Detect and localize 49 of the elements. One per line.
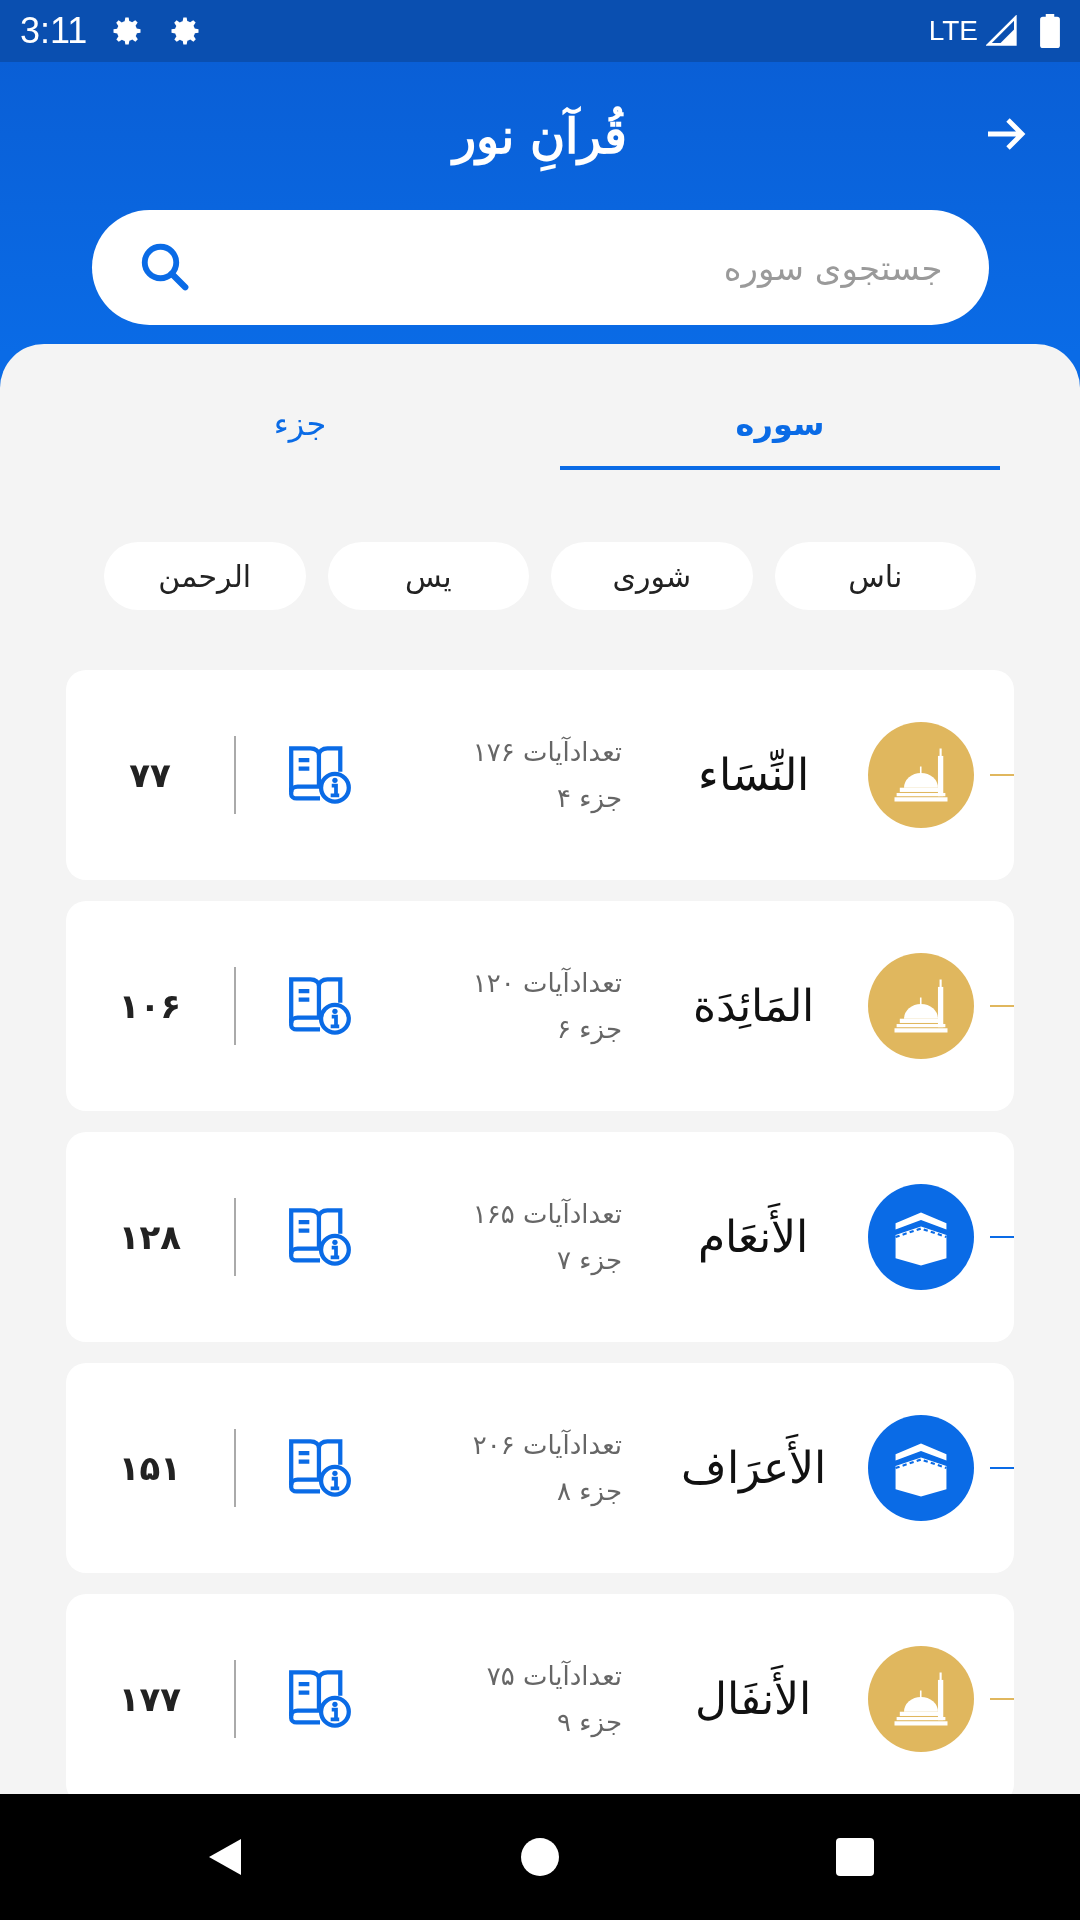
filter-chip[interactable]: الرحمن [104, 542, 306, 610]
book-info-icon[interactable] [288, 1207, 352, 1267]
tab[interactable]: سوره [560, 382, 1000, 470]
page-number: ۱۰۶ [117, 986, 183, 1026]
juz-label: جزء ۹ [556, 1707, 622, 1737]
surah-card[interactable]: الأَنفَال تعدادآیات ۷۵ جزء ۹ ۱۷۷ [66, 1594, 1014, 1794]
signal-icon [986, 15, 1018, 47]
surah-card[interactable]: الأَعرَاف تعدادآیات ۲۰۶ جزء ۸ ۱۵۱ [66, 1363, 1014, 1573]
page-number: ۱۲۸ [117, 1217, 183, 1257]
verse-count: تعدادآیات ۱۷۶ [471, 737, 622, 767]
juz-label: جزء ۷ [556, 1245, 622, 1275]
page-number: ۷۷ [128, 755, 172, 795]
filter-chip[interactable]: شوری [551, 542, 753, 610]
juz-label: جزء ۴ [556, 783, 622, 813]
book-info-icon[interactable] [288, 1669, 352, 1729]
surah-card[interactable]: النِّسَاء تعدادآیات ۱۷۶ جزء ۴ ۷۷ [66, 670, 1014, 880]
tick-mark [990, 1698, 1014, 1700]
juz-label: جزء ۶ [556, 1014, 622, 1044]
recents-icon[interactable] [835, 1837, 875, 1877]
network-type: LTE [928, 15, 978, 47]
surah-name: الأَنعَام [658, 1195, 848, 1279]
surah-name: المَائِدَة [691, 979, 815, 1034]
tick-mark [990, 1236, 1014, 1238]
filter-chip[interactable]: یس [327, 542, 529, 610]
surah-card[interactable]: الأَنعَام تعدادآیات ۱۶۵ جزء ۷ ۱۲۸ [66, 1132, 1014, 1342]
tab[interactable]: جزء [80, 382, 520, 470]
status-time: 3:11 [20, 10, 88, 52]
tick-mark [990, 1005, 1014, 1007]
book-info-icon[interactable] [288, 745, 352, 805]
surah-name: الأَعرَاف [658, 1426, 848, 1510]
tick-mark [990, 1467, 1014, 1469]
surah-name: النِّسَاء [696, 747, 810, 803]
battery-icon [1040, 14, 1060, 48]
page-number: ۱۷۷ [117, 1679, 183, 1719]
juz-label: جزء ۸ [556, 1476, 622, 1506]
search-field[interactable]: جستجوی سوره [91, 210, 989, 325]
surah-card[interactable]: المَائِدَة تعدادآیات ۱۲۰ جزء ۶ ۱۰۶ [66, 901, 1014, 1111]
verse-count: تعدادآیات ۷۵ [485, 1661, 622, 1691]
tick-mark [990, 774, 1014, 776]
page-number: ۱۵۱ [117, 1448, 183, 1488]
home-icon[interactable] [520, 1837, 560, 1877]
book-info-icon[interactable] [288, 976, 352, 1036]
surah-name: الأَنفَال [658, 1657, 848, 1741]
verse-count: تعدادآیات ۱۶۵ [471, 1199, 622, 1229]
book-info-icon[interactable] [288, 1438, 352, 1498]
verse-count: تعدادآیات ۲۰۶ [471, 1430, 622, 1460]
filter-chip[interactable]: ناس [774, 542, 976, 610]
app-logo: قُرآنِ نور [444, 92, 636, 180]
verse-count: تعدادآیات ۱۲۰ [471, 968, 622, 998]
